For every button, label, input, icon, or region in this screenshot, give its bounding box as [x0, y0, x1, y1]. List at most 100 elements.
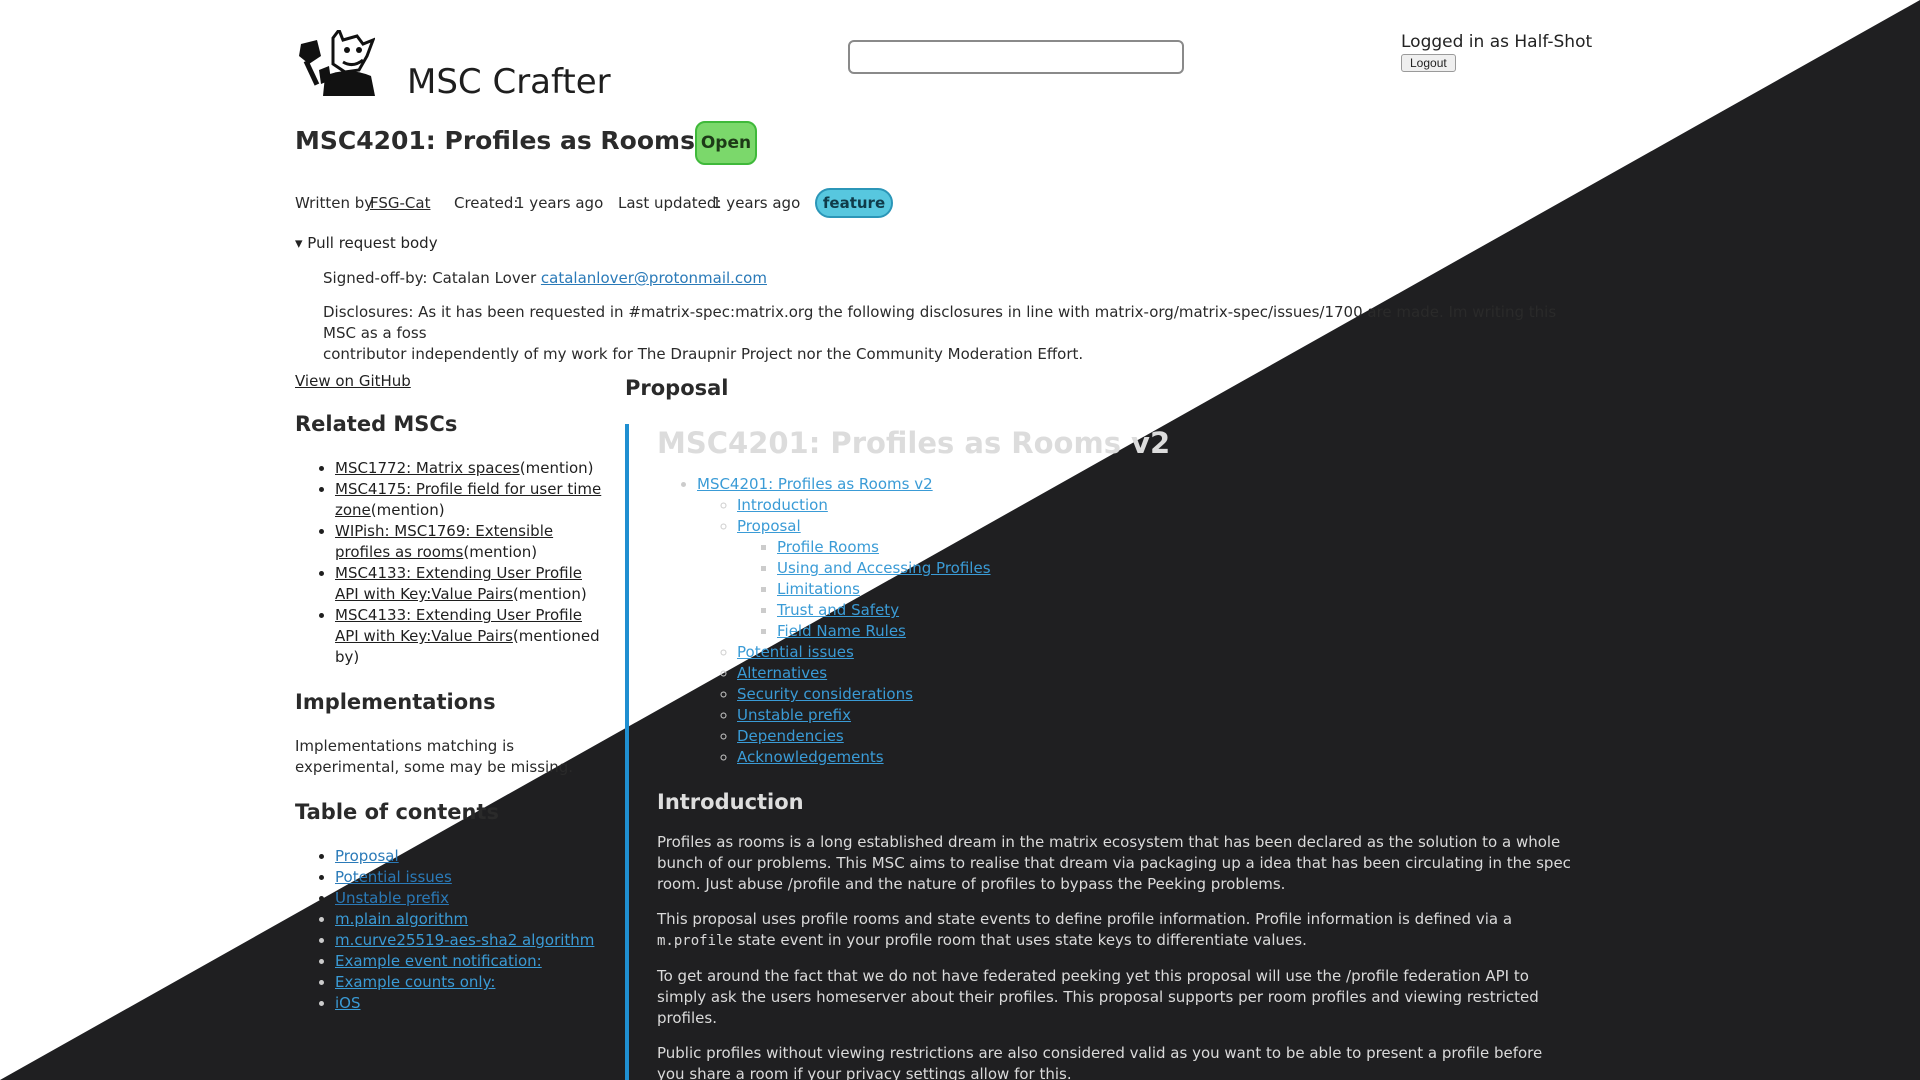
doc-toc-item: Trust and Safety — [777, 600, 1572, 621]
toc-link[interactable]: m.plain algorithm — [335, 910, 468, 928]
introduction-heading: Introduction — [657, 790, 804, 814]
view-on-github-link[interactable]: View on GitHub — [295, 372, 605, 390]
created-time: 1 years ago — [515, 194, 604, 212]
implementations-note: Implementations matching is experimental… — [295, 737, 573, 776]
toc-item: Unstable prefix — [335, 888, 605, 909]
toc-link[interactable]: Proposal — [335, 847, 399, 865]
toc-link[interactable]: Example counts only: — [335, 973, 495, 991]
toc-item: m.curve25519-aes-sha2 algorithm — [335, 930, 605, 951]
msc-title: MSC4201: Profiles as Rooms v2 — [295, 126, 738, 155]
written-by-label: Written by — [295, 194, 374, 212]
doc-toc-link[interactable]: Trust and Safety — [777, 601, 899, 619]
toc-item: Example counts only: — [335, 972, 605, 993]
last-updated-label: Last updated: — [618, 194, 722, 212]
status-badge: Open — [695, 121, 757, 165]
related-msc-item: WIPish: MSC1769: Extensible profiles as … — [335, 521, 605, 563]
related-msc-item: MSC4133: Extending User Profile API with… — [335, 563, 605, 605]
doc-toc-link[interactable]: Dependencies — [737, 727, 844, 745]
toc-item: iOS — [335, 993, 605, 1014]
doc-toc-item: Potential issues — [737, 642, 1572, 663]
doc-toc-link[interactable]: Security considerations — [737, 685, 913, 703]
sidebar: View on GitHub Related MSCs MSC1772: Mat… — [295, 372, 605, 1014]
blockquote-bar — [625, 424, 629, 1080]
table-of-contents-heading: Table of contents — [295, 800, 500, 824]
doc-toc-link[interactable]: Alternatives — [737, 664, 827, 682]
implementations-heading: Implementations — [295, 690, 496, 714]
doc-toc-link[interactable]: Limitations — [777, 580, 860, 598]
created-label: Created: — [454, 194, 519, 212]
logged-in-status: Logged in as Half-Shot — [1401, 32, 1593, 52]
toc-link[interactable]: iOS — [335, 994, 361, 1012]
doc-toc-item: Limitations — [777, 579, 1572, 600]
signoff-email-link[interactable]: catalanlover@protonmail.com — [541, 269, 767, 287]
doc-toc-item: Field Name Rules — [777, 621, 1572, 642]
doc-toc-root: MSC4201: Profiles as Rooms v2 Introducti… — [697, 474, 1572, 768]
toc-item: Example event notification: — [335, 951, 605, 972]
related-msc-item: MSC4175: Profile field for user time zon… — [335, 479, 605, 521]
m-profile-code: m.profile — [657, 933, 733, 949]
site-title: MSC Crafter — [407, 62, 611, 102]
doc-toc-item: Acknowledgements — [737, 747, 1572, 768]
related-msc-relation: (mention) — [463, 543, 538, 561]
doc-toc-link[interactable]: Proposal — [737, 517, 801, 535]
toc-item: Potential issues — [335, 867, 605, 888]
author-link[interactable]: FSG-Cat — [370, 194, 430, 212]
related-msc-relation: (mention) — [519, 459, 594, 477]
proposal-content: MSC4201: Profiles as Rooms v2 MSC4201: P… — [657, 424, 1572, 1080]
doc-toc-link[interactable]: Unstable prefix — [737, 706, 851, 724]
msc-crafter-logo-icon — [299, 30, 375, 96]
doc-toc-item: Dependencies — [737, 726, 1572, 747]
related-msc-item: MSC1772: Matrix spaces(mention) — [335, 458, 605, 479]
document-toc: MSC4201: Profiles as Rooms v2 Introducti… — [657, 474, 1572, 768]
doc-toc-item: Alternatives — [737, 663, 1572, 684]
doc-toc-link[interactable]: Potential issues — [737, 643, 854, 661]
page: MSC Crafter Logged in as Half-Shot Logou… — [0, 0, 1920, 1080]
signoff-text: Signed-off-by: Catalan Lover — [323, 269, 537, 287]
doc-toc-link[interactable]: Profile Rooms — [777, 538, 879, 556]
related-msc-relation: (mention) — [370, 501, 445, 519]
related-mscs-heading: Related MSCs — [295, 412, 458, 436]
related-msc-item: MSC4133: Extending User Profile API with… — [335, 605, 605, 668]
disclosures-paragraph: Disclosures: As it has been requested in… — [323, 302, 1573, 365]
doc-toc-item: Using and Accessing Profiles — [777, 558, 1572, 579]
doc-toc-level2: Introduction Proposal Profile Rooms Usin… — [737, 495, 1572, 768]
document-title: MSC4201: Profiles as Rooms v2 — [657, 426, 1171, 460]
search-input[interactable] — [848, 40, 1184, 74]
disclosures-line-1: Disclosures: As it has been requested in… — [323, 303, 1557, 342]
logout-button[interactable]: Logout — [1401, 54, 1456, 72]
last-updated-time: 1 years ago — [712, 194, 801, 212]
toc-link[interactable]: Potential issues — [335, 868, 452, 886]
intro-paragraph-4: Public profiles without viewing restrict… — [657, 1044, 1543, 1080]
related-mscs-list: MSC1772: Matrix spaces(mention) MSC4175:… — [335, 458, 605, 668]
disclosures-line-2: contributor independently of my work for… — [323, 345, 1084, 363]
doc-toc-link[interactable]: Using and Accessing Profiles — [777, 559, 991, 577]
doc-toc-item: Proposal Profile Rooms Using and Accessi… — [737, 516, 1572, 642]
toc-item: m.plain algorithm — [335, 909, 605, 930]
doc-toc-item: Introduction — [737, 495, 1572, 516]
doc-toc-item: Profile Rooms — [777, 537, 1572, 558]
toc-link[interactable]: m.curve25519-aes-sha2 algorithm — [335, 931, 594, 949]
signoff-line: Signed-off-by: Catalan Lover catalanlove… — [323, 268, 767, 289]
intro-paragraph-2: This proposal uses profile rooms and sta… — [657, 909, 1572, 952]
doc-toc-level3: Profile Rooms Using and Accessing Profil… — [777, 537, 1572, 642]
doc-toc-link[interactable]: MSC4201: Profiles as Rooms v2 — [697, 475, 933, 493]
toc-link[interactable]: Unstable prefix — [335, 889, 449, 907]
related-msc-relation: (mention) — [512, 585, 587, 603]
doc-toc-item: MSC4201: Profiles as Rooms v2 Introducti… — [697, 474, 1572, 768]
label-tag-feature[interactable]: feature — [815, 188, 893, 218]
sidebar-toc-list: Proposal Potential issues Unstable prefi… — [335, 846, 605, 1014]
proposal-section-label: Proposal — [625, 376, 729, 400]
doc-toc-link[interactable]: Field Name Rules — [777, 622, 906, 640]
p2-text-after: state event in your profile room that us… — [732, 931, 1307, 949]
doc-toc-link[interactable]: Acknowledgements — [737, 748, 884, 766]
doc-toc-item: Unstable prefix — [737, 705, 1572, 726]
doc-toc-item: Security considerations — [737, 684, 1572, 705]
toc-item: Proposal — [335, 846, 605, 867]
doc-toc-link[interactable]: Introduction — [737, 496, 828, 514]
intro-paragraph-3: To get around the fact that we do not ha… — [657, 967, 1539, 1027]
intro-paragraph-1: Profiles as rooms is a long established … — [657, 833, 1571, 893]
related-msc-link[interactable]: MSC1772: Matrix spaces — [335, 459, 520, 477]
p2-text-before: This proposal uses profile rooms and sta… — [657, 910, 1513, 928]
toc-link[interactable]: Example event notification: — [335, 952, 542, 970]
pull-request-body-toggle[interactable]: ▾ Pull request body — [295, 234, 438, 252]
